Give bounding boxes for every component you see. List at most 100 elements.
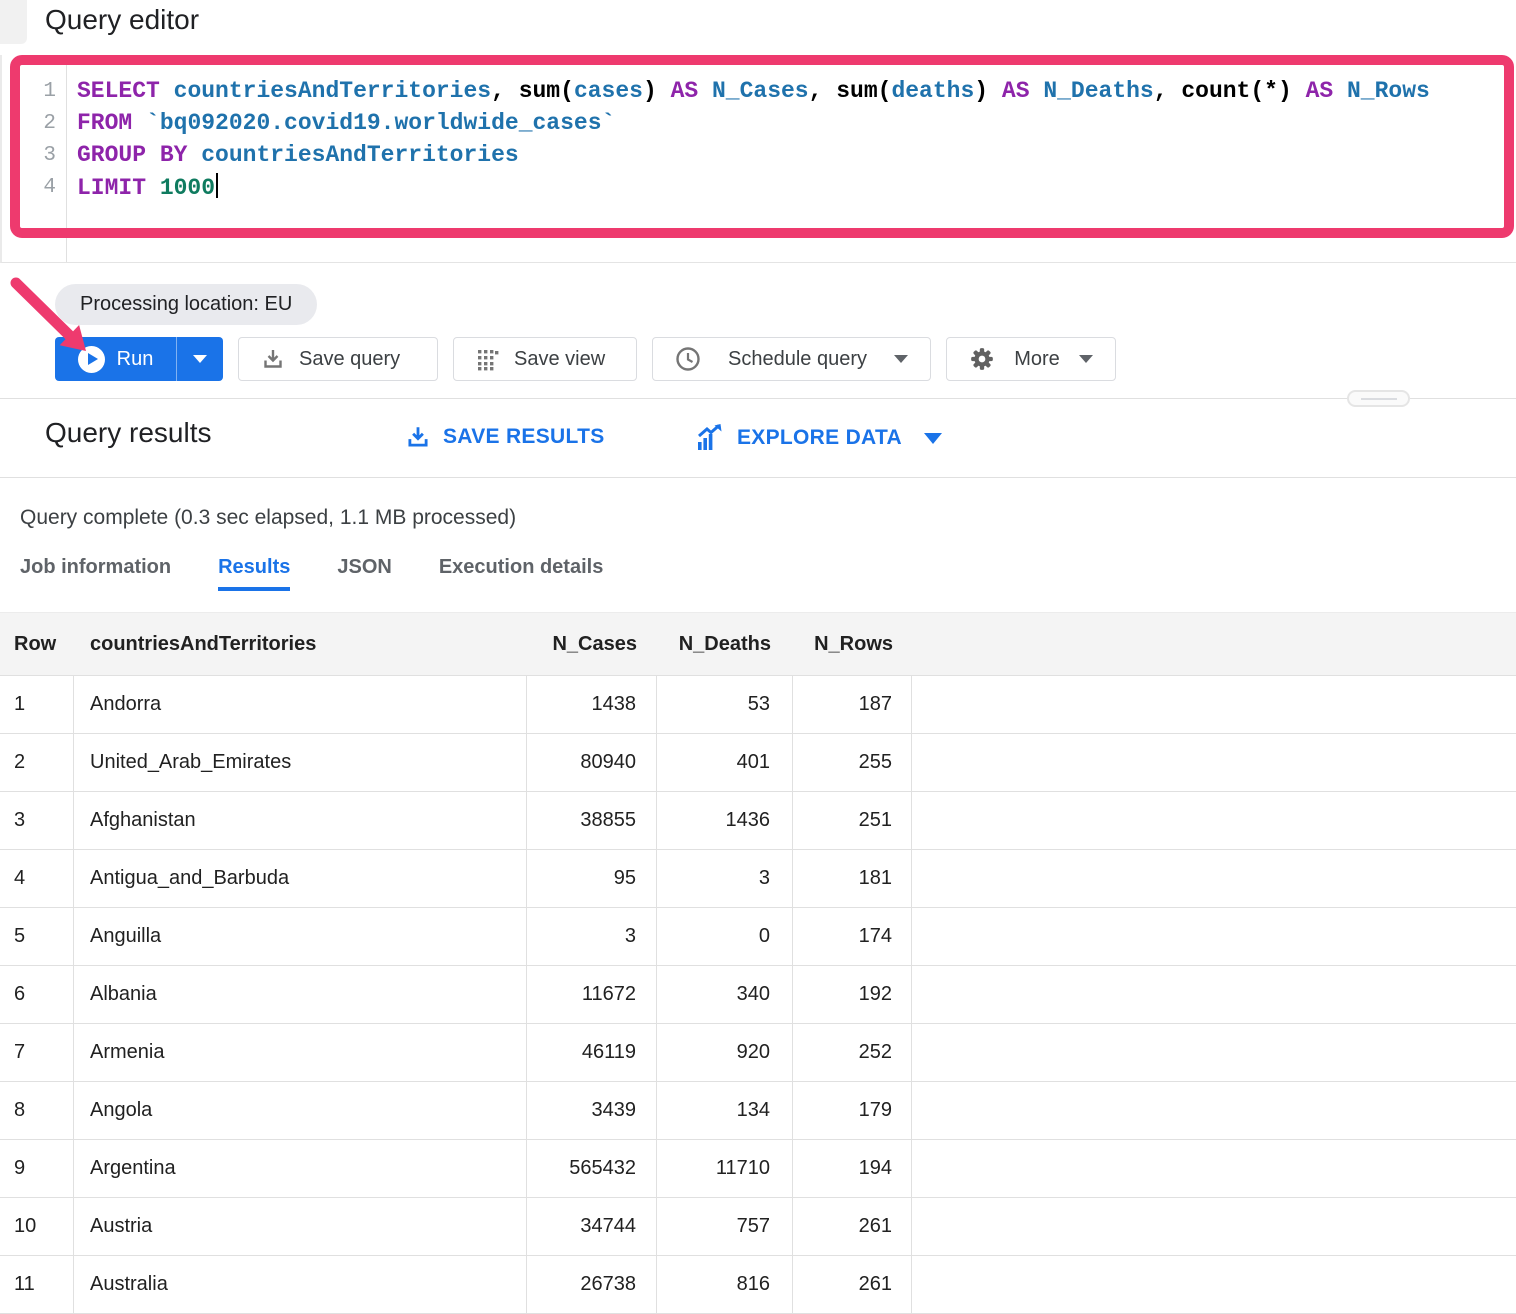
- toolbar: Run Save query Save view Schedul: [55, 337, 1116, 381]
- run-dropdown-toggle[interactable]: [177, 337, 223, 381]
- schedule-query-label: Schedule query: [728, 348, 867, 371]
- line-number: 3: [2, 144, 66, 167]
- table-cell: Andorra: [74, 676, 527, 734]
- code-line: 1SELECT countriesAndTerritories, sum(cas…: [2, 75, 1516, 107]
- grid-icon: [476, 347, 500, 371]
- chevron-down-icon: [193, 355, 207, 363]
- table-cell-filler: [912, 1140, 1516, 1198]
- row-number-cell: 6: [0, 966, 74, 1024]
- table-cell-filler: [912, 850, 1516, 908]
- table-cell: 261: [793, 1198, 912, 1256]
- explore-data-button[interactable]: EXPLORE DATA: [695, 424, 942, 452]
- table-cell: Australia: [74, 1256, 527, 1314]
- table-cell: 252: [793, 1024, 912, 1082]
- line-number: 2: [2, 112, 66, 135]
- table-cell-filler: [912, 1024, 1516, 1082]
- table-cell: 1436: [657, 792, 793, 850]
- save-results-icon: [405, 424, 431, 450]
- tab-job-information[interactable]: Job information: [20, 556, 171, 591]
- explore-chart-icon: [695, 424, 725, 452]
- table-cell: Armenia: [74, 1024, 527, 1082]
- row-number-cell: 1: [0, 676, 74, 734]
- results-header: Query results SAVE RESULTS EXPLORE DATA: [0, 399, 1516, 478]
- panel-resize-handle[interactable]: [1347, 390, 1410, 407]
- table-cell: 194: [793, 1140, 912, 1198]
- table-cell: 816: [657, 1256, 793, 1314]
- code-text: SELECT countriesAndTerritories, sum(case…: [66, 78, 1430, 104]
- table-cell-filler: [912, 1198, 1516, 1256]
- table-cell: 134: [657, 1082, 793, 1140]
- gear-icon: [969, 346, 995, 372]
- table-cell-filler: [912, 676, 1516, 734]
- explore-data-label: EXPLORE DATA: [737, 426, 902, 450]
- run-button[interactable]: Run: [55, 337, 223, 381]
- table-cell-filler: [912, 966, 1516, 1024]
- query-status: Query complete (0.3 sec elapsed, 1.1 MB …: [20, 506, 516, 530]
- table-cell: 34744: [527, 1198, 657, 1256]
- sql-editor[interactable]: 1SELECT countriesAndTerritories, sum(cas…: [0, 55, 1516, 263]
- row-number-cell: 2: [0, 734, 74, 792]
- code-line: 4LIMIT 1000: [2, 171, 1516, 203]
- table-cell: 38855: [527, 792, 657, 850]
- save-view-label: Save view: [514, 348, 605, 371]
- table-cell: 174: [793, 908, 912, 966]
- table-cell: Antigua_and_Barbuda: [74, 850, 527, 908]
- table-cell: 11710: [657, 1140, 793, 1198]
- chevron-down-icon: [894, 355, 908, 363]
- download-icon: [261, 347, 285, 371]
- column-header: N_Rows: [793, 612, 912, 676]
- table-cell: 46119: [527, 1024, 657, 1082]
- more-button[interactable]: More: [946, 337, 1116, 381]
- table-cell: 3439: [527, 1082, 657, 1140]
- table-cell: 187: [793, 676, 912, 734]
- play-icon: [78, 346, 105, 373]
- column-header: N_Deaths: [657, 612, 793, 676]
- row-number-cell: 8: [0, 1082, 74, 1140]
- table-cell: Austria: [74, 1198, 527, 1256]
- table-cell: 192: [793, 966, 912, 1024]
- clock-icon: [675, 346, 701, 372]
- chevron-down-icon: [1079, 355, 1093, 363]
- table-cell-filler: [912, 1256, 1516, 1314]
- row-number-cell: 5: [0, 908, 74, 966]
- code-line: 2FROM `bq092020.covid19.worldwide_cases`: [2, 107, 1516, 139]
- table-cell: 181: [793, 850, 912, 908]
- processing-location-tooltip: Processing location: EU: [55, 284, 317, 325]
- table-cell: 11672: [527, 966, 657, 1024]
- table-cell: 757: [657, 1198, 793, 1256]
- tab-json[interactable]: JSON: [337, 556, 391, 591]
- run-button-main[interactable]: Run: [55, 337, 176, 381]
- tab-results[interactable]: Results: [218, 556, 290, 591]
- code-text: FROM `bq092020.covid19.worldwide_cases`: [66, 110, 615, 136]
- table-cell: 261: [793, 1256, 912, 1314]
- line-number: 1: [2, 80, 66, 103]
- table-cell-filler: [912, 734, 1516, 792]
- table-cell: 251: [793, 792, 912, 850]
- line-number: 4: [2, 176, 66, 199]
- query-editor-title: Query editor: [45, 4, 199, 36]
- table-cell-filler: [912, 908, 1516, 966]
- table-cell: 26738: [527, 1256, 657, 1314]
- table-cell: Argentina: [74, 1140, 527, 1198]
- more-label: More: [1014, 348, 1060, 371]
- table-cell: 53: [657, 676, 793, 734]
- schedule-query-button[interactable]: Schedule query: [652, 337, 931, 381]
- row-number-cell: 4: [0, 850, 74, 908]
- table-cell: 255: [793, 734, 912, 792]
- table-cell: 340: [657, 966, 793, 1024]
- save-view-button[interactable]: Save view: [453, 337, 637, 381]
- save-results-button[interactable]: SAVE RESULTS: [405, 424, 605, 450]
- table-cell: 401: [657, 734, 793, 792]
- code-text: LIMIT 1000: [66, 173, 218, 201]
- save-query-button[interactable]: Save query: [238, 337, 438, 381]
- table-cell: 1438: [527, 676, 657, 734]
- table-cell: 920: [657, 1024, 793, 1082]
- table-cell: 0: [657, 908, 793, 966]
- table-cell: 565432: [527, 1140, 657, 1198]
- results-table: RowcountriesAndTerritoriesN_CasesN_Death…: [0, 612, 1516, 1314]
- tab-execution-details[interactable]: Execution details: [439, 556, 604, 591]
- drag-handle-icon: [1361, 398, 1397, 400]
- column-header: N_Cases: [527, 612, 657, 676]
- code-line: 3GROUP BY countriesAndTerritories: [2, 139, 1516, 171]
- save-results-label: SAVE RESULTS: [443, 425, 605, 449]
